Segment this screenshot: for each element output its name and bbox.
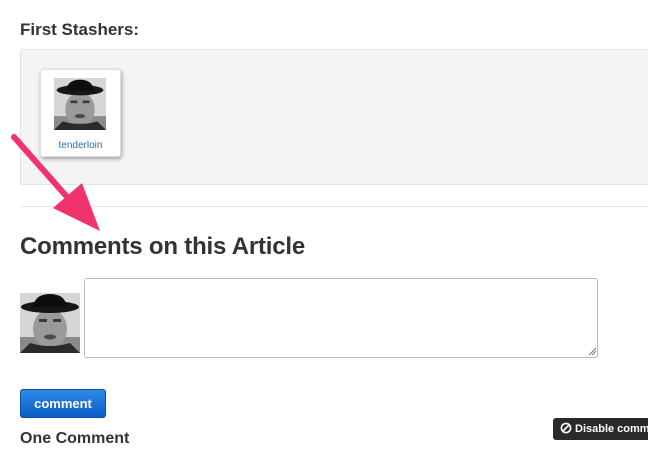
current-user-avatar bbox=[20, 293, 80, 353]
disable-comments-button[interactable]: Disable comments bbox=[553, 418, 648, 440]
disable-comments-label: Disable comments bbox=[575, 423, 648, 435]
resize-handle-icon[interactable] bbox=[588, 347, 596, 355]
comment-count-heading: One Comment bbox=[20, 430, 130, 447]
first-stashers-heading: First Stashers: bbox=[20, 20, 140, 39]
stasher-card[interactable]: tenderloin bbox=[40, 69, 121, 157]
stasher-avatar[interactable] bbox=[54, 78, 106, 130]
comment-submit-button[interactable]: comment bbox=[20, 389, 106, 418]
comments-heading: Comments on this Article bbox=[20, 233, 306, 260]
prohibited-circle-icon bbox=[560, 422, 572, 434]
first-stashers-panel: tenderloin bbox=[20, 49, 648, 185]
section-divider bbox=[20, 206, 648, 207]
stasher-username-link[interactable]: tenderloin bbox=[41, 140, 120, 151]
comment-textarea[interactable] bbox=[84, 278, 598, 358]
